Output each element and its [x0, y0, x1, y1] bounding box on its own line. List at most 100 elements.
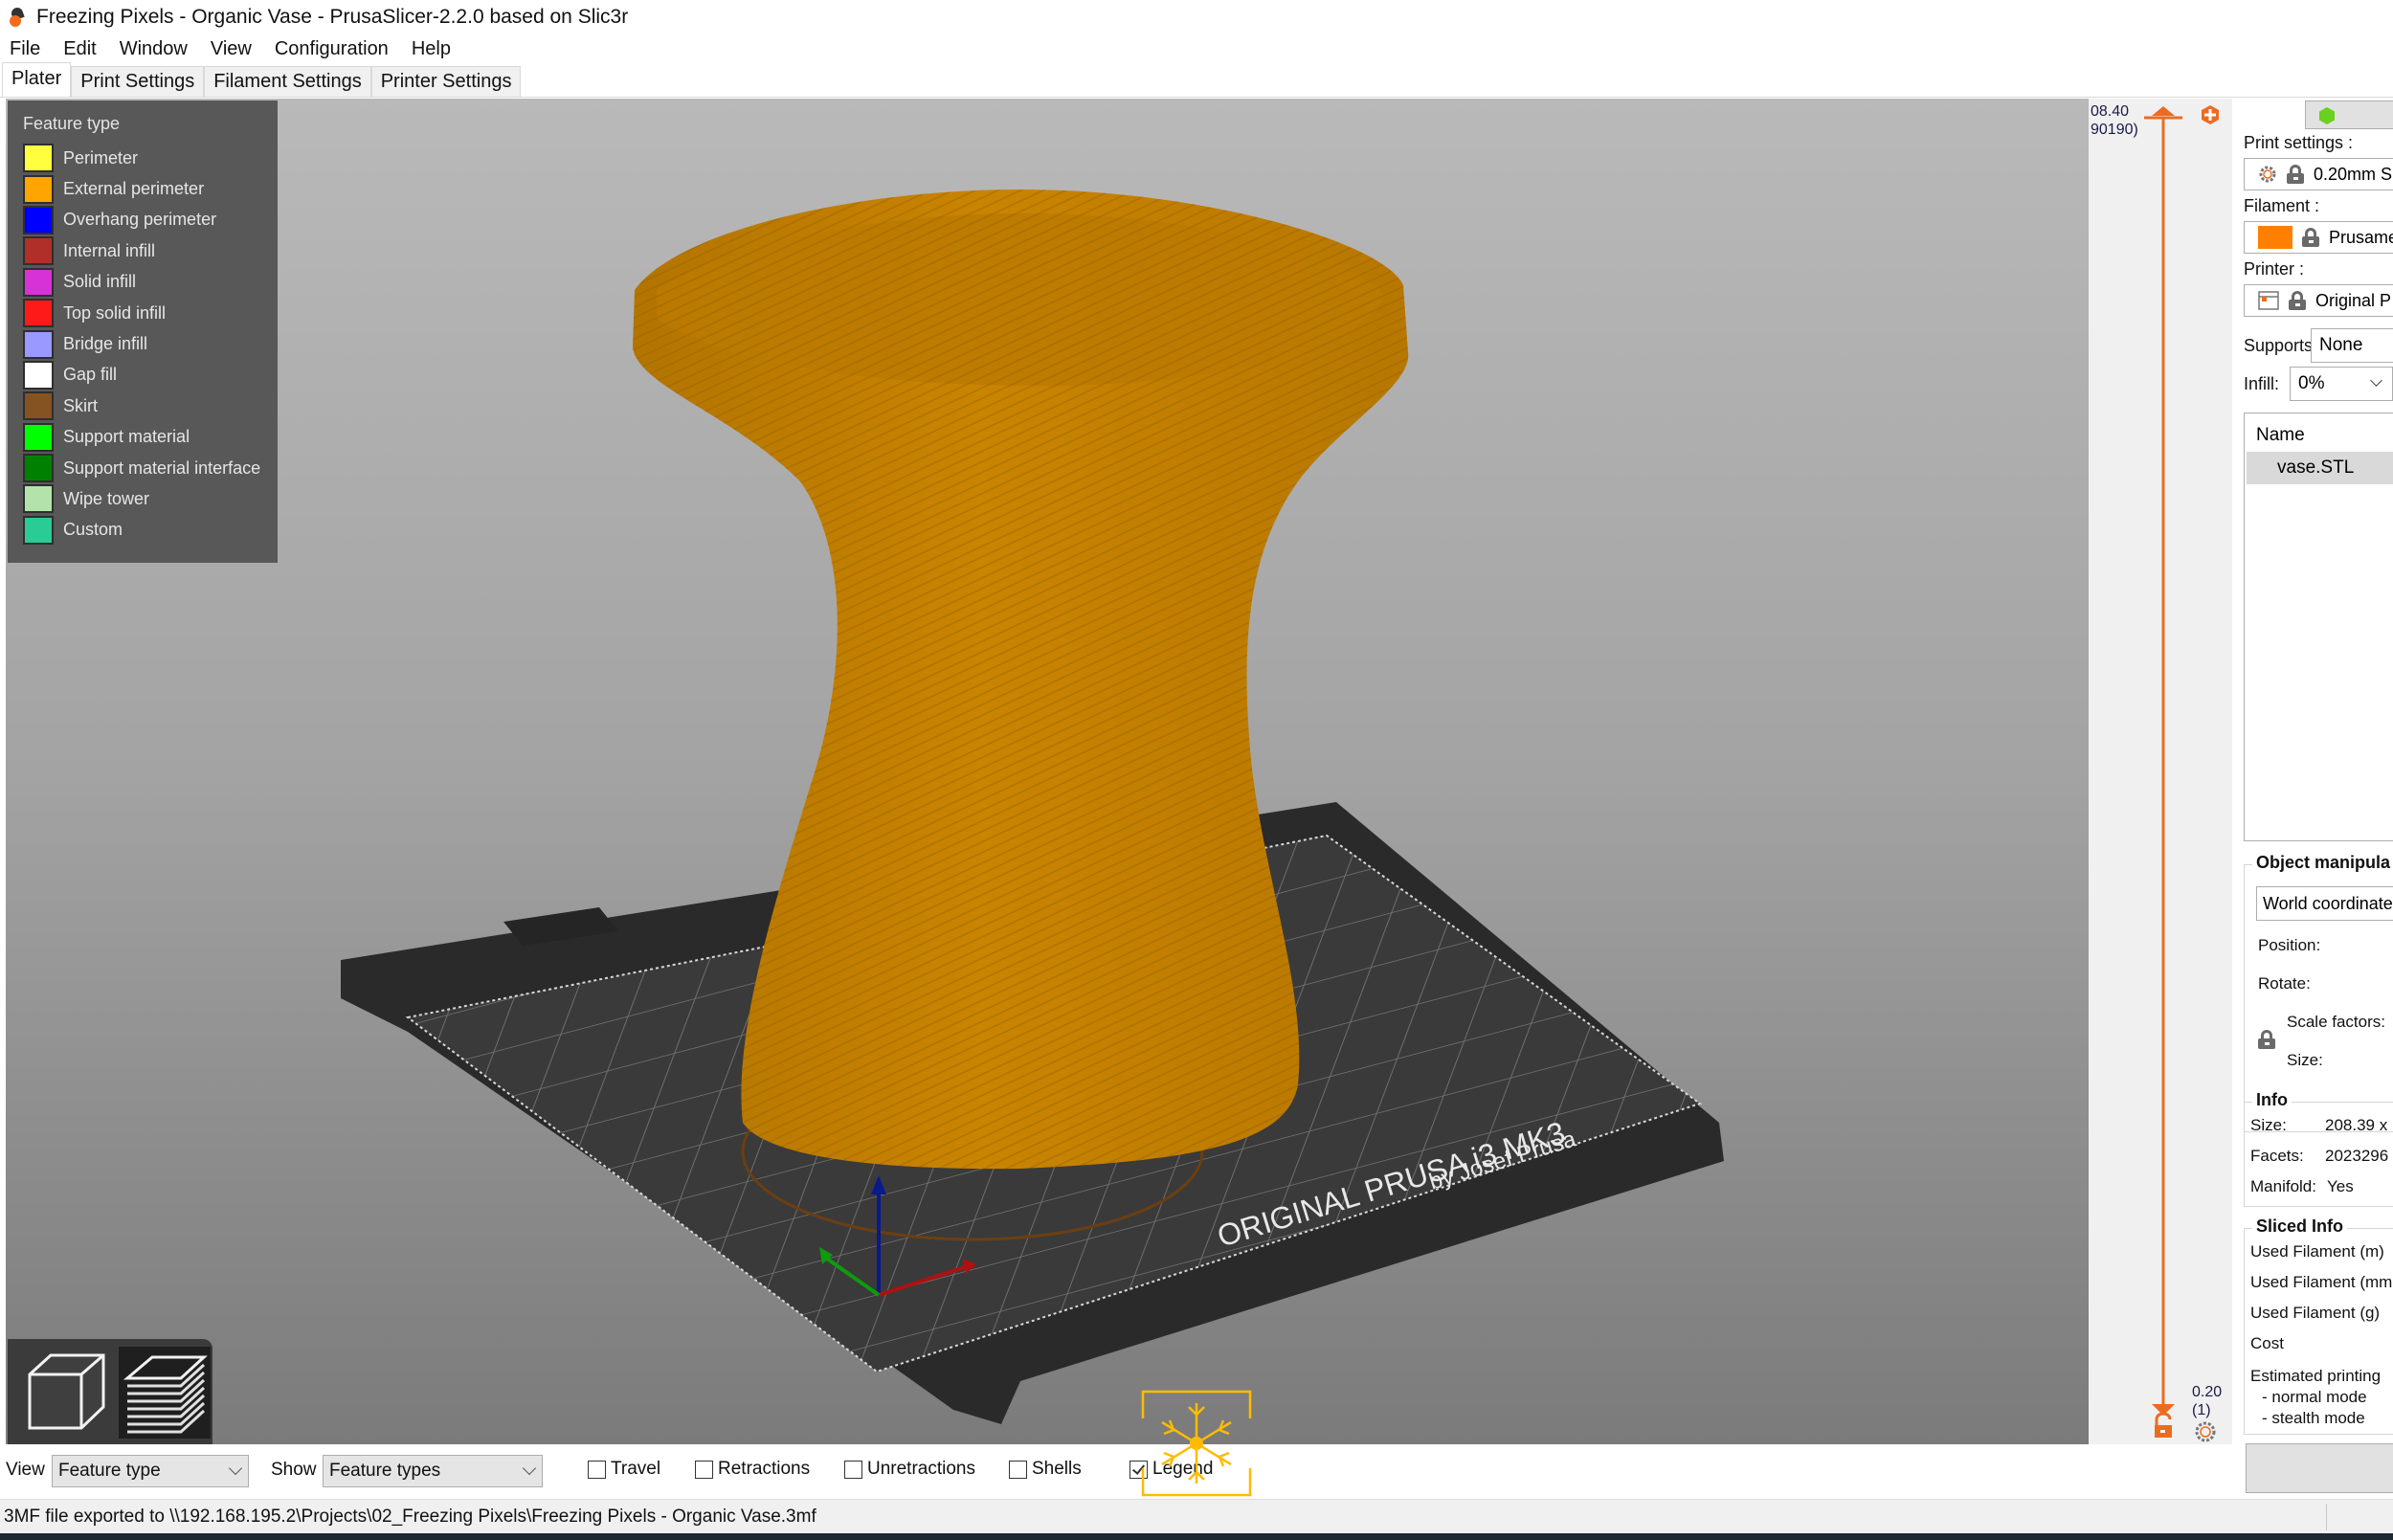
scale-lock-icon[interactable]: [2258, 1030, 2275, 1049]
cube-icon: [28, 1353, 105, 1430]
legend-label: Skirt: [63, 395, 98, 415]
checkbox-label: Unretractions: [867, 1459, 975, 1479]
size-label: Size:: [2287, 1051, 2323, 1069]
feature-type-legend: Feature type Perimeter External perimeter…: [8, 100, 278, 563]
object-name: vase.STL: [2277, 458, 2355, 478]
coordinates-select[interactable]: World coordinate: [2256, 886, 2393, 921]
legend-item: Bridge infill: [23, 328, 278, 359]
infill-label: Infill:: [2244, 374, 2280, 393]
sliced-info-row: - normal mode: [2262, 1388, 2367, 1406]
info-facets-label: Facets:: [2250, 1147, 2304, 1165]
legend-label: Wipe tower: [63, 488, 150, 508]
export-gcode-button[interactable]: [2246, 1443, 2393, 1493]
supports-label: Supports:: [2244, 336, 2318, 355]
show-label: Show: [271, 1460, 317, 1480]
checkbox-box[interactable]: [695, 1460, 713, 1479]
menu-help[interactable]: Help: [412, 38, 451, 60]
show-features-select[interactable]: Feature types: [323, 1455, 543, 1487]
infill-value: 0%: [2298, 373, 2325, 393]
sliced-info-row: Used Filament (mm: [2250, 1273, 2393, 1291]
filament-label: Filament :: [2244, 196, 2320, 215]
status-message: 3MF file exported to \\192.168.195.2\Pro…: [4, 1506, 816, 1527]
taskbar-edge: [0, 1533, 2393, 1540]
legend-label: Top solid infill: [63, 302, 167, 323]
right-sidebar: Print settings : 0.20mm S Filament : Pru…: [2232, 99, 2393, 1496]
status-indicator-icon: [2319, 107, 2335, 124]
supports-select[interactable]: None: [2311, 328, 2393, 363]
filament-value: Prusament: [2329, 227, 2393, 247]
tab-printer-settings[interactable]: Printer Settings: [370, 66, 522, 97]
position-label: Position:: [2258, 936, 2321, 954]
3d-view-button[interactable]: [19, 1347, 111, 1439]
sliced-info-row: Estimated printing: [2250, 1367, 2382, 1385]
layers-icon: [123, 1355, 208, 1434]
checkbox-label: Travel: [611, 1459, 661, 1479]
legend-color-swatch: [23, 454, 54, 483]
info-facets-value: 2023296: [2325, 1147, 2389, 1165]
tab-plater[interactable]: Plater: [2, 62, 72, 97]
menu-configuration[interactable]: Configuration: [275, 38, 389, 60]
checkbox-label: Shells: [1032, 1459, 1082, 1479]
info-manifold-label: Manifold:: [2250, 1177, 2316, 1195]
legend-item: Perimeter: [23, 143, 278, 173]
3d-preview-canvas[interactable]: ORIGINAL PRUSA i3 MK3 by Josef Prusa Fea…: [6, 99, 2089, 1444]
tab-filament-settings[interactable]: Filament Settings: [204, 66, 371, 97]
menu-view[interactable]: View: [211, 38, 252, 60]
chevron-down-icon: [228, 1461, 243, 1476]
legend-item: Gap fill: [23, 360, 278, 391]
print-settings-value: 0.20mm S: [2314, 164, 2393, 184]
legend-label: External perimeter: [63, 179, 205, 199]
legend-color-swatch: [23, 236, 54, 266]
print-settings-select[interactable]: 0.20mm S: [2244, 158, 2393, 190]
lock-icon: [2287, 165, 2304, 184]
legend-color-swatch: [23, 515, 54, 545]
menu-window[interactable]: Window: [120, 38, 188, 60]
chevron-down-icon: [2370, 374, 2382, 387]
infill-select[interactable]: 0%: [2290, 367, 2393, 401]
menu-edit[interactable]: Edit: [63, 38, 96, 60]
tab-print-settings[interactable]: Print Settings: [71, 66, 205, 97]
legend-color-swatch: [23, 267, 54, 297]
legend-label: Custom: [63, 520, 123, 540]
preview-toolbar: View Feature type Show Feature types Tra…: [0, 1445, 2232, 1497]
upper-thumb[interactable]: [2144, 106, 2182, 120]
unlock-icon[interactable]: [2155, 1412, 2172, 1438]
sliced-info-panel: Sliced Info Used Filament (m) Used Filam…: [2244, 1216, 2393, 1435]
layer-bottom-height: 0.20: [2192, 1384, 2223, 1400]
view-type-value: Feature type: [58, 1461, 161, 1481]
legend-item: Top solid infill: [23, 298, 278, 328]
travel-checkbox[interactable]: Travel: [588, 1459, 660, 1480]
filament-select[interactable]: Prusament: [2244, 221, 2393, 254]
checkbox-box[interactable]: [1009, 1460, 1027, 1479]
unretractions-checkbox[interactable]: Unretractions: [844, 1459, 975, 1480]
legend-label: Solid infill: [63, 272, 137, 292]
rotate-label: Rotate:: [2258, 974, 2311, 993]
info-panel: Info Size: 208.39 x Facets: 2023296 Mani…: [2244, 1090, 2393, 1207]
filament-color-swatch[interactable]: [2258, 226, 2292, 249]
checkbox-label: Retractions: [718, 1459, 811, 1479]
retractions-checkbox[interactable]: Retractions: [695, 1459, 810, 1480]
checkbox-box[interactable]: [844, 1460, 862, 1479]
prusaslicer-logo-icon: [10, 6, 25, 27]
legend-item: Support material interface: [23, 453, 278, 483]
preview-button[interactable]: [119, 1347, 211, 1439]
menu-file[interactable]: File: [10, 38, 40, 60]
legend-label: Perimeter: [63, 147, 139, 167]
object-list-header[interactable]: Name: [2256, 425, 2305, 446]
legend-item: External perimeter: [23, 173, 278, 204]
add-color-change-icon[interactable]: [2202, 105, 2219, 124]
layer-slider[interactable]: [2089, 99, 2232, 1444]
printer-select[interactable]: Original P: [2244, 284, 2393, 317]
printer-icon: [2258, 291, 2279, 310]
checkbox-box[interactable]: [588, 1460, 606, 1479]
view-type-select[interactable]: Feature type: [52, 1455, 249, 1487]
shells-checkbox[interactable]: Shells: [1009, 1459, 1082, 1480]
object-list-item[interactable]: vase.STL: [2247, 452, 2393, 484]
legend-item: Internal infill: [23, 235, 278, 266]
lock-icon: [2289, 291, 2306, 310]
legend-item: Overhang perimeter: [23, 205, 278, 235]
mode-button[interactable]: [2305, 100, 2393, 129]
gear-icon[interactable]: [2195, 1421, 2216, 1442]
object-manipulation-title: Object manipula: [2252, 853, 2393, 873]
view-mode-toolbar: [8, 1339, 212, 1444]
